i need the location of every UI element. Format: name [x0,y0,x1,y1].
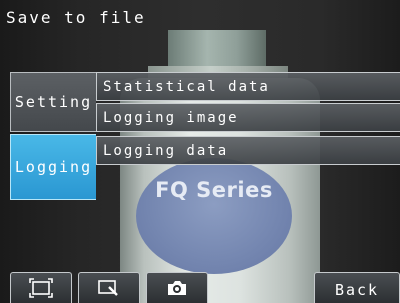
camera-icon [168,281,186,295]
zoom-icon [98,280,118,296]
bottle-cap [168,30,266,70]
save-to-file-screen: FQ Series Save to file Setting Logging S… [0,0,400,303]
tab-logging[interactable]: Logging [10,134,96,200]
fit-frame-button[interactable] [10,272,72,303]
menu-item-statistical-data[interactable]: Statistical data [96,72,400,101]
menu-item-logging-image[interactable]: Logging image [96,103,400,132]
page-title: Save to file [6,8,146,27]
title-bar: Save to file [0,0,400,34]
fit-frame-icon [29,278,53,298]
capture-button[interactable] [146,272,208,303]
zoom-button[interactable] [78,272,140,303]
back-button[interactable]: Back [314,272,400,303]
product-label-text: FQ Series [155,178,273,202]
tab-setting[interactable]: Setting [10,72,96,132]
menu-item-logging-data[interactable]: Logging data [96,136,400,165]
product-label [136,158,292,274]
